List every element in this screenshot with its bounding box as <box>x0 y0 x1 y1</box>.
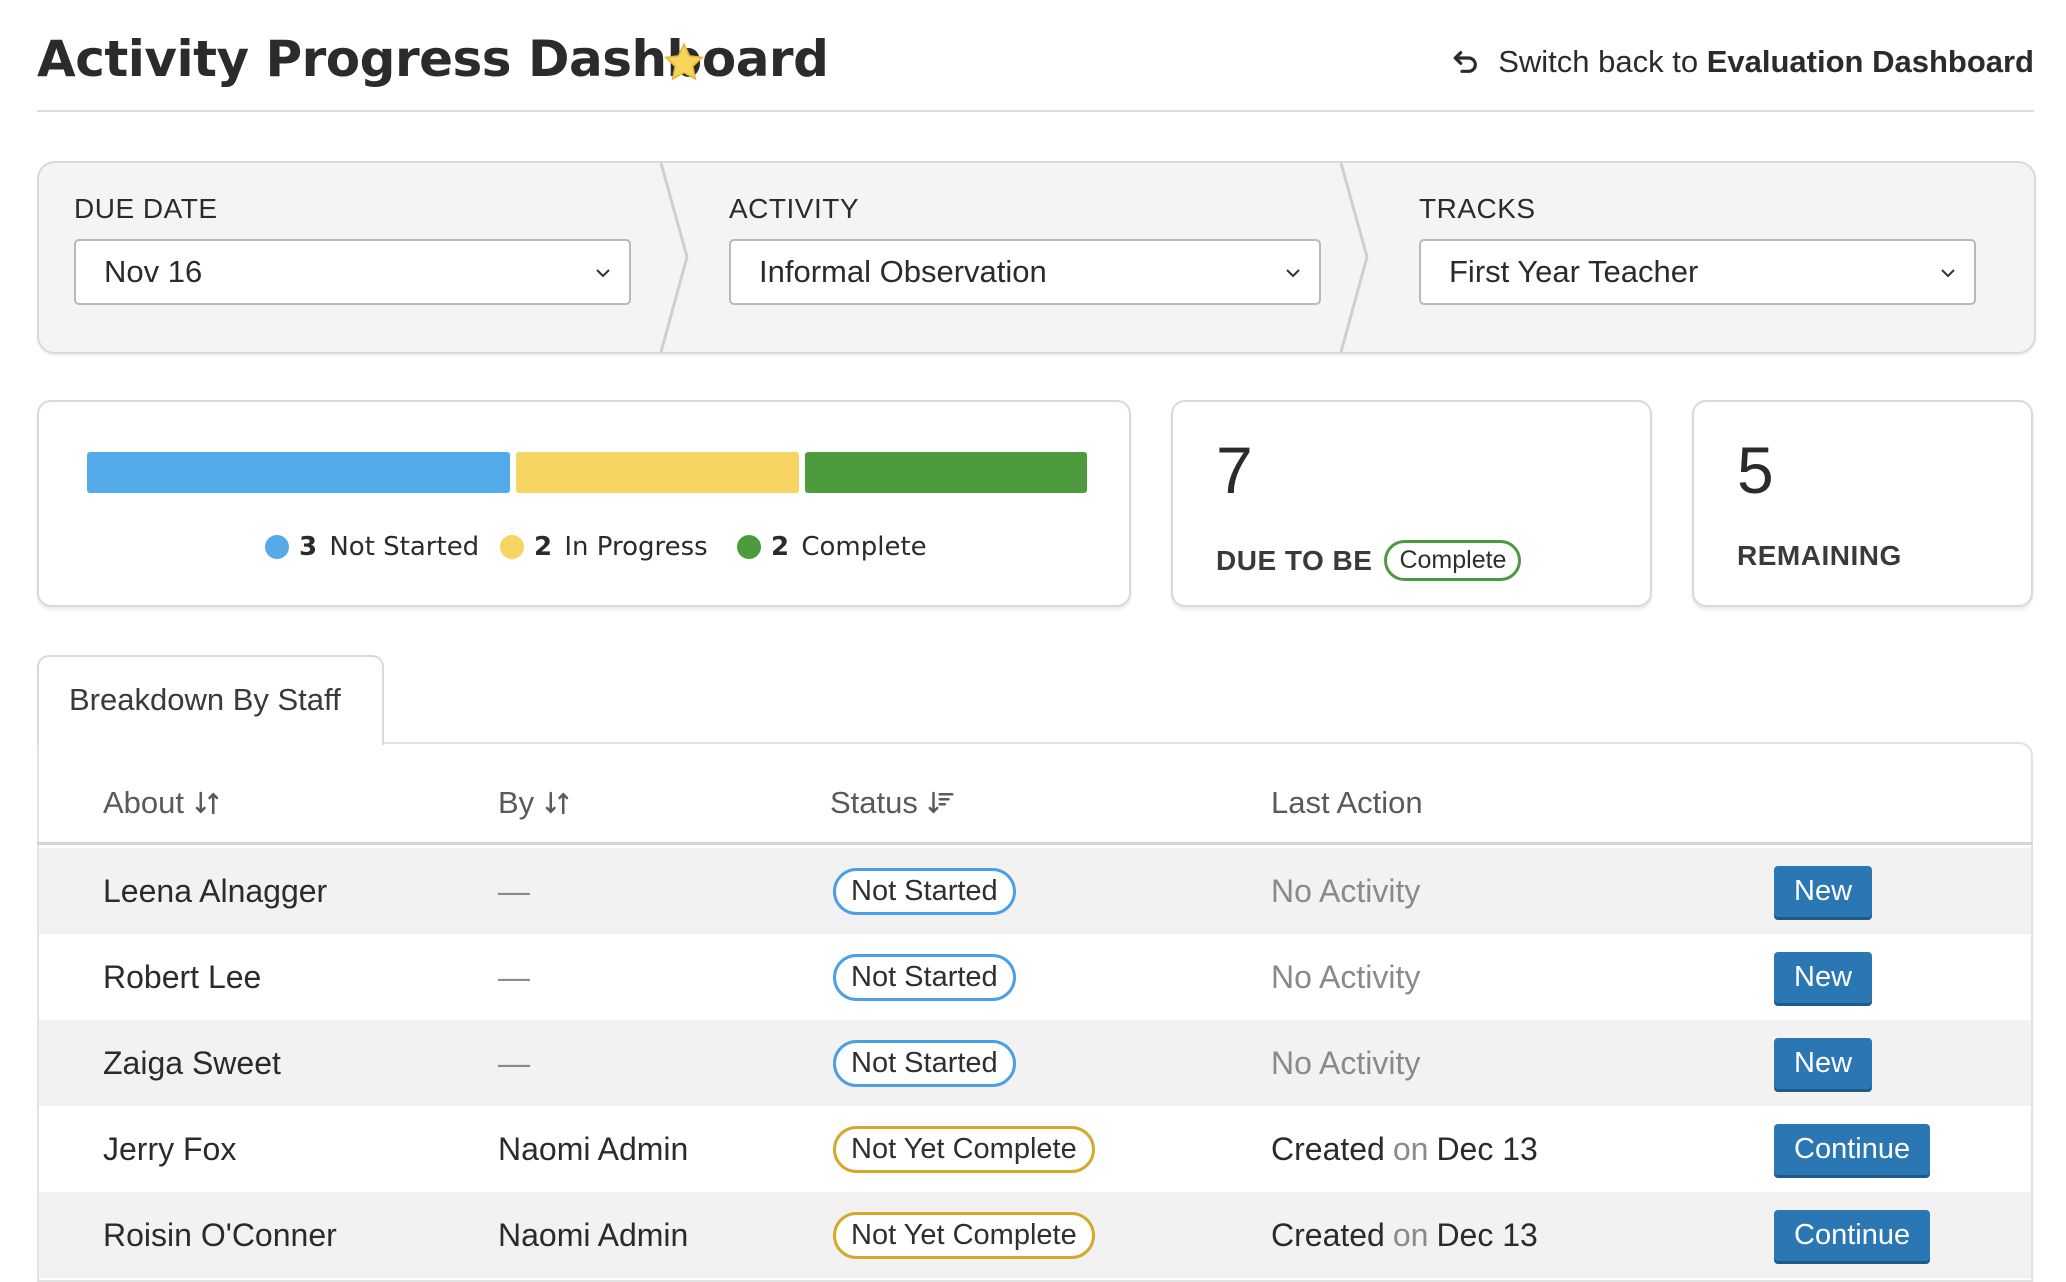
remaining-card: 5 REMAINING <box>1692 400 2033 607</box>
table-row: Robert Lee — Not Started No Activity New <box>39 934 2031 1020</box>
switch-prefix: Switch back to <box>1498 44 1699 79</box>
continue-button[interactable]: Continue <box>1774 1123 1931 1175</box>
row-by: — <box>498 872 530 909</box>
tab-breakdown-by-staff[interactable]: Breakdown By Staff <box>37 655 384 745</box>
continue-button[interactable]: Continue <box>1774 1209 1931 1261</box>
row-by: Naomi Admin <box>498 1130 689 1167</box>
sort-icon <box>195 791 219 815</box>
action-date: Dec 13 <box>1436 1216 1538 1253</box>
by-header-label: By <box>498 785 535 820</box>
sort-icon <box>545 791 569 815</box>
row-about: Zaiga Sweet <box>103 1044 281 1081</box>
table-row: Jerry Fox Naomi Admin Not Yet Complete C… <box>39 1106 2031 1192</box>
status-badge: Not Yet Complete <box>833 1125 1095 1173</box>
remaining-count: 5 <box>1737 433 1774 507</box>
due-count: 7 <box>1216 433 1253 507</box>
chevron-down-icon <box>1286 269 1300 278</box>
due-date-value: Nov 16 <box>104 254 203 289</box>
complete-label: Complete <box>801 532 927 562</box>
column-header-last-action: Last Action <box>1271 785 1423 821</box>
page-title: Activity Progress Dashboard <box>37 30 829 88</box>
row-by: Naomi Admin <box>498 1216 689 1253</box>
action-verb: Created <box>1271 1130 1385 1167</box>
row-about: Roisin O'Conner <box>103 1216 337 1253</box>
row-last-action: Created on Dec 13 <box>1271 1106 1538 1192</box>
favorite-star-icon[interactable] <box>661 40 707 86</box>
action-verb: Created <box>1271 1216 1385 1253</box>
column-header-by[interactable]: By <box>498 785 572 821</box>
action-date: Dec 13 <box>1436 1130 1538 1167</box>
table-row: Roisin O'Conner Naomi Admin Not Yet Comp… <box>39 1192 2031 1278</box>
tracks-label: TRACKS <box>1419 193 1536 224</box>
last-action-header-label: Last Action <box>1271 785 1423 820</box>
status-badge: Not Yet Complete <box>833 1211 1095 1259</box>
due-date-label: DUE DATE <box>74 193 218 224</box>
tracks-select[interactable]: First Year Teacher <box>1419 239 1976 305</box>
complete-badge: Complete <box>1384 540 1522 581</box>
header-divider <box>37 110 2034 112</box>
switch-target: Evaluation Dashboard <box>1706 44 2034 79</box>
new-button[interactable]: New <box>1774 865 1873 917</box>
in-progress-dot <box>500 535 524 559</box>
filter-bar: DUE DATE Nov 16 ACTIVITY Informal Observ… <box>37 161 2036 354</box>
new-button[interactable]: New <box>1774 951 1873 1003</box>
status-badge: Not Started <box>833 867 1016 915</box>
sort-descending-icon <box>928 791 954 814</box>
row-last-action: No Activity <box>1271 872 1421 909</box>
in-progress-label: In Progress <box>564 532 708 562</box>
not-started-segment <box>87 452 511 493</box>
complete-dot <box>737 535 761 559</box>
row-last-action: Created on Dec 13 <box>1271 1192 1538 1278</box>
chevron-down-icon <box>1941 269 1955 278</box>
status-badge: Not Started <box>833 953 1016 1001</box>
row-last-action: No Activity <box>1271 1044 1421 1081</box>
column-header-about[interactable]: About <box>103 785 222 821</box>
tracks-value: First Year Teacher <box>1449 254 1699 289</box>
due-label: DUE TO BE <box>1216 544 1373 576</box>
column-header-status[interactable]: Status <box>830 785 956 821</box>
not-started-count: 3 <box>299 532 318 562</box>
row-about: Jerry Fox <box>103 1130 237 1167</box>
switch-dashboard-link[interactable]: Switch back to Evaluation Dashboard <box>1450 44 2034 80</box>
complete-segment <box>804 452 1087 493</box>
in-progress-segment <box>516 452 799 493</box>
activity-select[interactable]: Informal Observation <box>729 239 1321 305</box>
table-header-divider <box>37 842 2033 845</box>
step-chevron <box>659 163 689 352</box>
row-by: — <box>498 958 530 995</box>
table-row: Zaiga Sweet — Not Started No Activity Ne… <box>39 1020 2031 1106</box>
progress-card: 3 Not Started 2 In Progress 2 Complete <box>37 400 1131 607</box>
new-button[interactable]: New <box>1774 1037 1873 1089</box>
due-card: 7 DUE TO BE Complete <box>1171 400 1652 607</box>
undo-arrow-icon <box>1453 51 1478 73</box>
complete-count: 2 <box>771 532 790 562</box>
row-last-action: No Activity <box>1271 958 1421 995</box>
due-date-select[interactable]: Nov 16 <box>74 239 631 305</box>
row-about: Leena Alnagger <box>103 872 328 909</box>
activity-value: Informal Observation <box>759 254 1047 289</box>
status-badge: Not Started <box>833 1039 1016 1087</box>
not-started-label: Not Started <box>329 532 480 562</box>
status-header-label: Status <box>830 785 918 820</box>
legend-not-started: 3 Not Started <box>265 532 479 562</box>
action-on: on <box>1392 1216 1429 1253</box>
activity-label: ACTIVITY <box>729 193 860 224</box>
remaining-label: REMAINING <box>1737 540 1902 571</box>
row-by: — <box>498 1044 530 1081</box>
chevron-down-icon <box>596 269 610 278</box>
not-started-dot <box>265 535 289 559</box>
row-about: Robert Lee <box>103 958 262 995</box>
legend-complete: 2 Complete <box>737 532 927 562</box>
in-progress-count: 2 <box>534 532 553 562</box>
table-row: Leena Alnagger — Not Started No Activity… <box>39 848 2031 934</box>
legend-in-progress: 2 In Progress <box>500 532 708 562</box>
about-header-label: About <box>103 785 185 820</box>
action-on: on <box>1392 1130 1429 1167</box>
step-chevron <box>1339 163 1369 352</box>
